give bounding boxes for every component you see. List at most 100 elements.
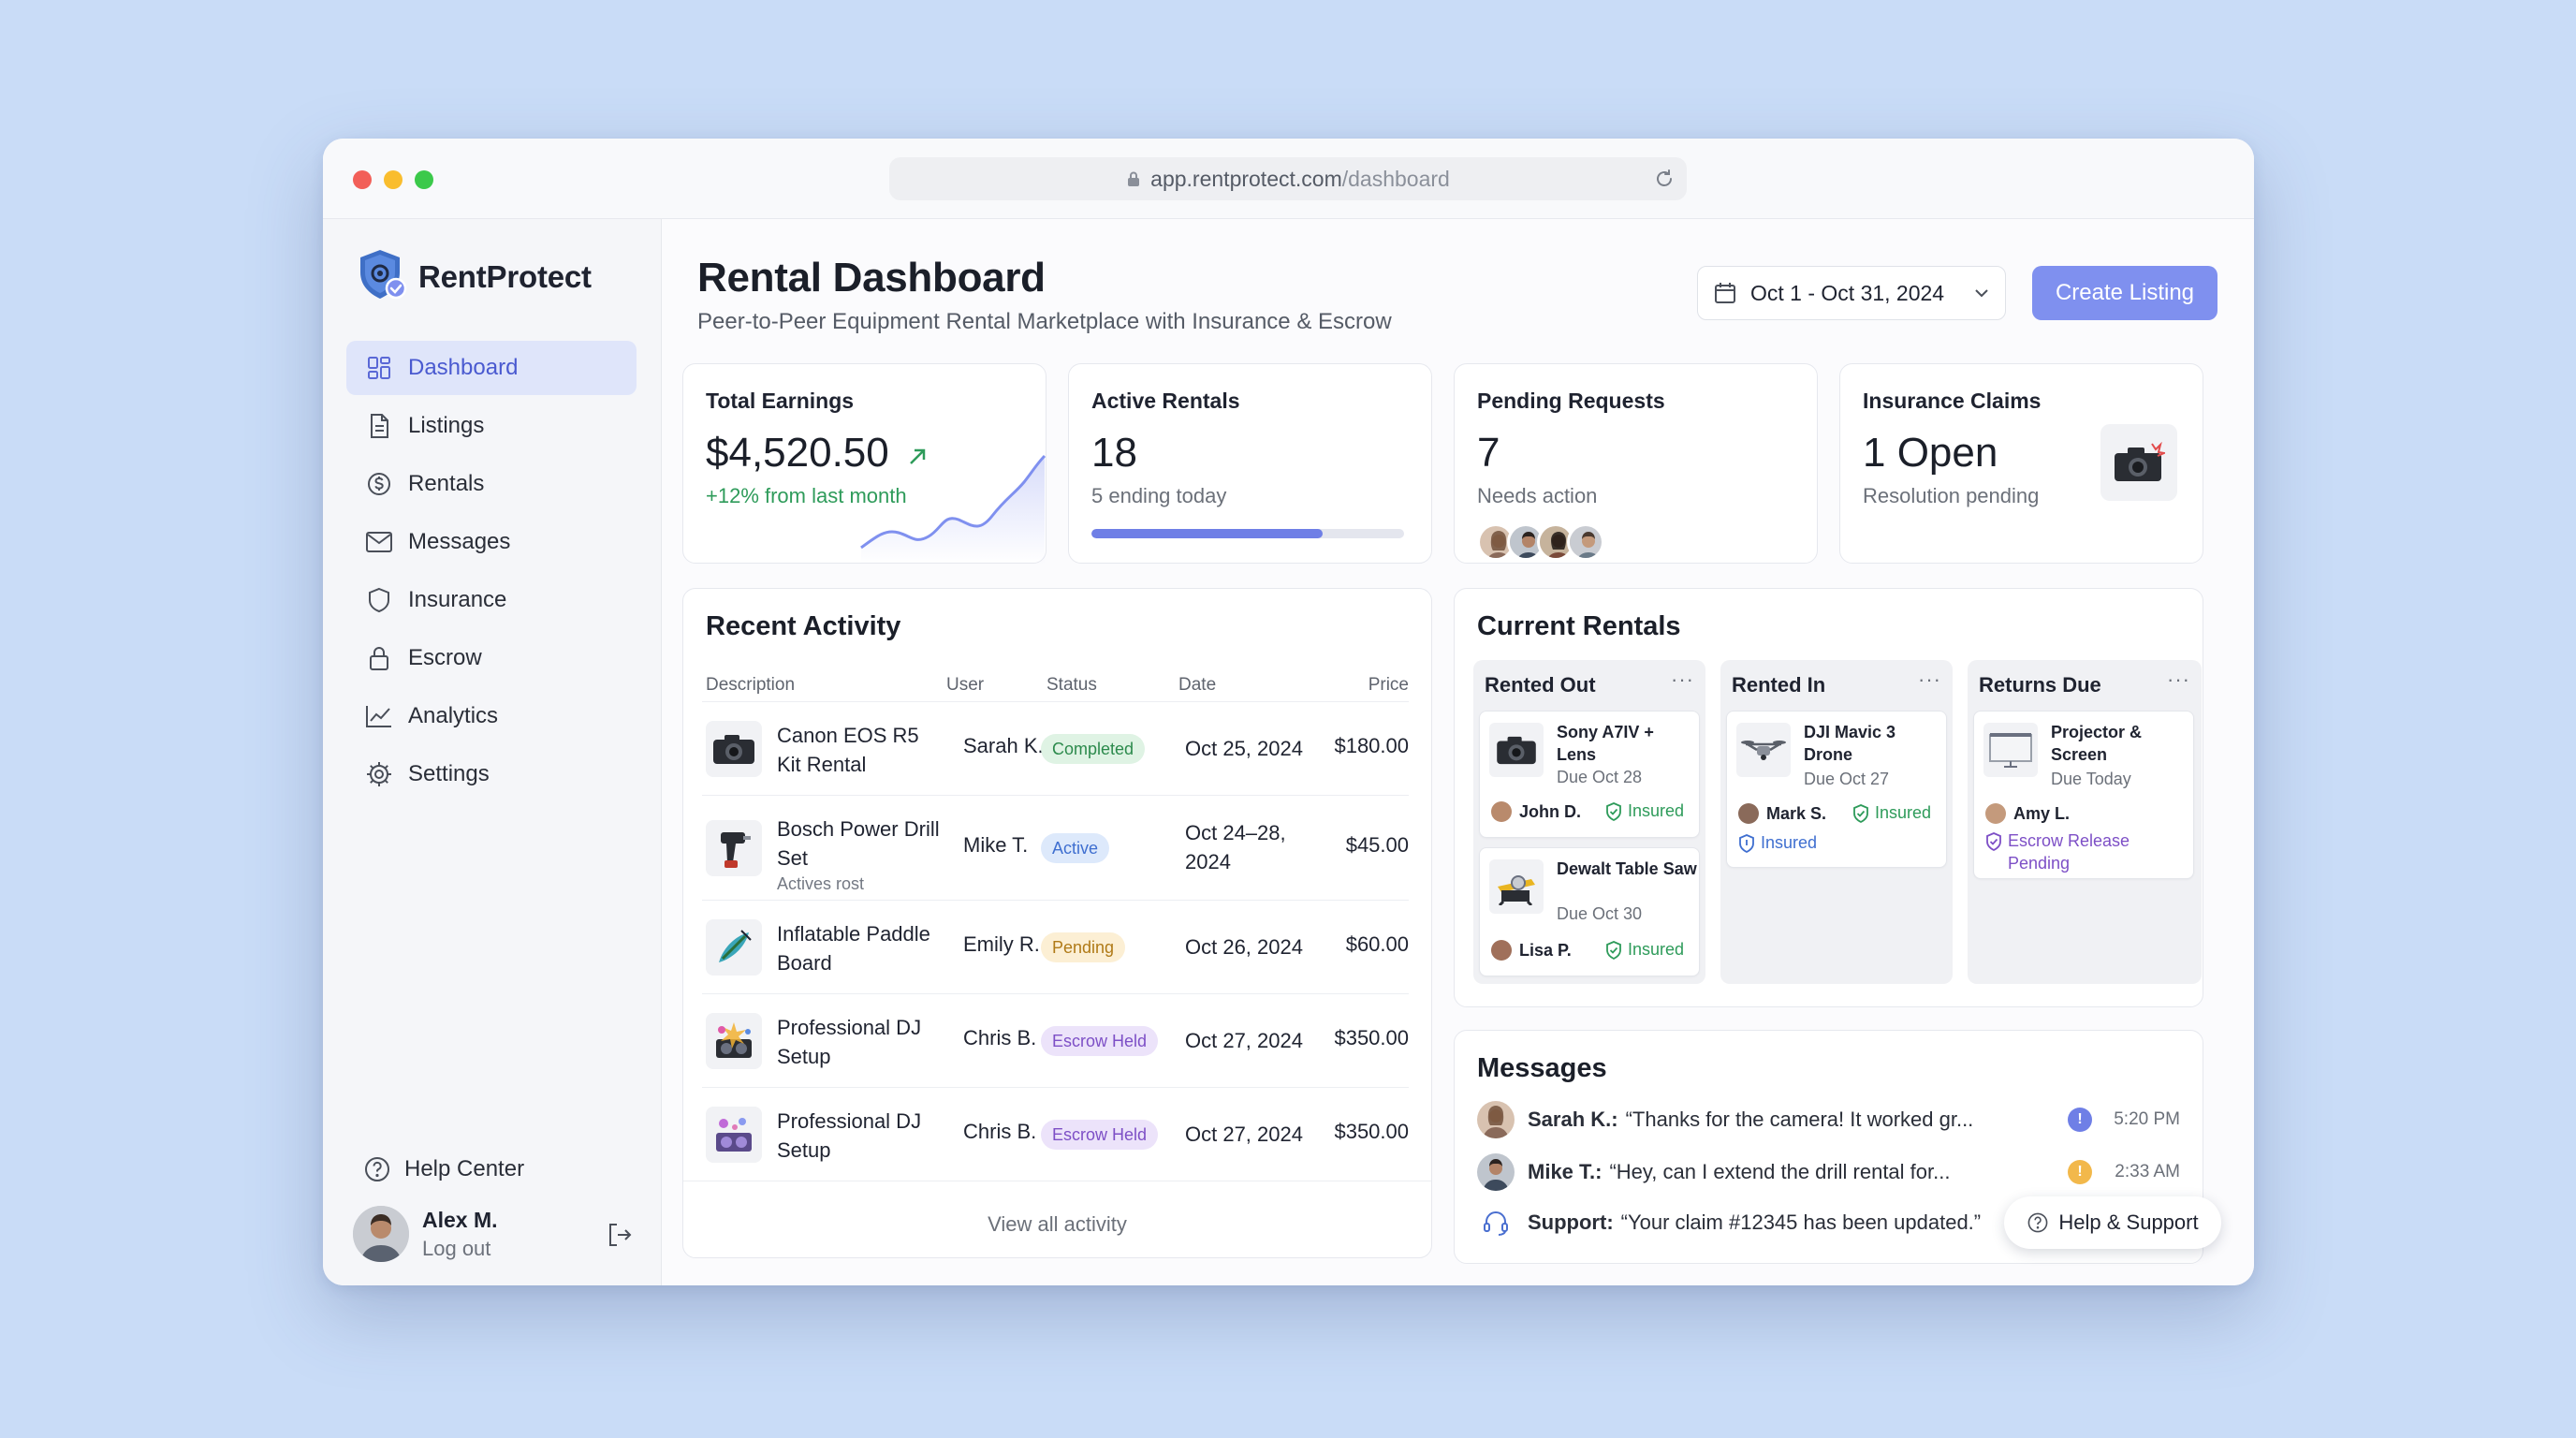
table-row[interactable]: Bosch Power Drill Set Actives rost Mike T…: [702, 795, 1409, 900]
sidebar-item-label: Rentals: [408, 471, 485, 496]
kpi-title: Total Earnings: [706, 389, 855, 413]
message-item[interactable]: Mike T.: “Hey, can I extend the drill re…: [1477, 1151, 2180, 1194]
shield-check-icon: [1852, 803, 1869, 823]
table-row[interactable]: Professional DJ Setup Chris B. Escrow He…: [702, 993, 1409, 1087]
rental-card[interactable]: Dewalt Table Saw Due Oct 30 Lisa P. Insu…: [1479, 847, 1700, 976]
address-bar[interactable]: app.rentprotect.com/dashboard: [889, 157, 1687, 200]
kpi-total-earnings[interactable]: Total Earnings $4,520.50 +12% from last …: [682, 363, 1046, 565]
renter-name: Mark S.: [1766, 803, 1827, 823]
status-badge: Pending: [1041, 932, 1126, 962]
date-range-picker[interactable]: Oct 1 - Oct 31, 2024: [1697, 266, 2006, 320]
kpi-pending-requests[interactable]: Pending Requests 7 Needs action: [1454, 363, 1818, 564]
avatar[interactable]: [353, 1206, 409, 1262]
logout-link[interactable]: Log out: [422, 1237, 498, 1261]
sidebar-item-insurance[interactable]: Insurance: [346, 573, 637, 627]
avatar: [1491, 801, 1512, 822]
help-center-link[interactable]: Help Center: [363, 1155, 524, 1183]
sidebar-item-label: Insurance: [408, 587, 507, 612]
help-support-button[interactable]: Help & Support: [2004, 1196, 2221, 1249]
sidebar-item-escrow[interactable]: Escrow: [346, 631, 637, 685]
row-date: Oct 25, 2024: [1185, 737, 1303, 760]
rental-name: Projector & Screen: [2051, 723, 2143, 764]
sidebar-item-listings[interactable]: Listings: [346, 399, 637, 453]
shield-icon: [1738, 833, 1755, 853]
page-title: Rental Dashboard: [697, 255, 1046, 301]
kpi-active-rentals[interactable]: Active Rentals 18 5 ending today: [1068, 363, 1432, 564]
document-icon: [363, 410, 395, 442]
more-options-icon[interactable]: ···: [1671, 668, 1694, 692]
sidebar-nav: Dashboard Listings Rentals Messages Insu…: [346, 341, 637, 805]
camera-icon: [1489, 723, 1544, 777]
sidebar-item-analytics[interactable]: Analytics: [346, 689, 637, 743]
avatar[interactable]: [1567, 523, 1604, 561]
sidebar-item-label: Analytics: [408, 703, 499, 728]
sidebar-item-settings[interactable]: Settings: [346, 747, 637, 801]
browser-window: app.rentprotect.com/dashboard RentProtec…: [323, 139, 2254, 1285]
unread-badge: !: [2068, 1108, 2092, 1132]
reload-icon[interactable]: [1653, 168, 1676, 190]
insured-badge: Insured: [1605, 940, 1684, 960]
column-title: Rented In: [1732, 673, 1826, 697]
avatar: [1477, 1101, 1515, 1138]
kpi-insurance-claims[interactable]: Insurance Claims 1 Open Resolution pendi…: [1839, 363, 2203, 564]
rental-card[interactable]: Sony A7IV + Lens Due Oct 28 John D. Insu…: [1479, 711, 1700, 838]
renter: Lisa P.: [1491, 940, 1572, 961]
sidebar-item-messages[interactable]: Messages: [346, 515, 637, 569]
rental-card[interactable]: DJI Mavic 3 Drone Due Oct 27 Mark S. Ins…: [1726, 711, 1947, 868]
chart-line-icon: [363, 700, 395, 732]
logout-icon[interactable]: [606, 1221, 634, 1254]
envelope-icon: [363, 526, 395, 558]
maximize-window-button[interactable]: [415, 170, 433, 189]
due-date: Due Today: [2051, 770, 2131, 788]
headset-icon: [1477, 1204, 1515, 1241]
message-time: 2:33 AM: [2115, 1162, 2180, 1181]
rental-name: DJI Mavic 3 Drone: [1804, 723, 1896, 764]
close-window-button[interactable]: [353, 170, 372, 189]
table-row[interactable]: Canon EOS R5 Kit Rental Sarah K. Complet…: [702, 701, 1409, 795]
kpi-value: 7: [1477, 430, 1500, 476]
paddle-board-icon: [706, 919, 762, 976]
column-header[interactable]: Price: [1368, 675, 1409, 696]
badge-text: Insured: [1628, 940, 1685, 959]
due-date: Due Oct 30: [1557, 904, 1643, 923]
brand[interactable]: RentProtect: [357, 247, 592, 306]
table-row[interactable]: Inflatable Paddle Board Emily R. Pending…: [702, 900, 1409, 993]
column-header[interactable]: Status: [1046, 675, 1097, 696]
create-listing-button[interactable]: Create Listing: [2032, 266, 2217, 320]
title-bar: app.rentprotect.com/dashboard: [323, 139, 2254, 219]
brand-name: RentProtect: [418, 258, 592, 294]
due-date: Due Oct 27: [1804, 770, 1890, 788]
insured-badge: Insured: [1605, 801, 1684, 821]
row-user: Mike T.: [963, 833, 1029, 857]
sidebar-item-rentals[interactable]: Rentals: [346, 457, 637, 511]
insured-badge: Insured: [1852, 803, 1931, 823]
sidebar-item-label: Settings: [408, 761, 490, 786]
table-row[interactable]: Professional DJ Setup Chris B. Escrow He…: [702, 1087, 1409, 1181]
more-options-icon[interactable]: ···: [2167, 668, 2190, 692]
sidebar-item-label: Listings: [408, 413, 485, 438]
column-header[interactable]: Description: [706, 675, 795, 696]
column-title: Returns Due: [1979, 673, 2101, 697]
view-all-activity-link[interactable]: View all activity: [683, 1212, 1431, 1237]
column-header[interactable]: User: [946, 675, 984, 696]
status-badge: Escrow Held: [1041, 1120, 1159, 1150]
row-user: Sarah K.: [963, 734, 1044, 757]
requester-avatars: [1477, 523, 1604, 561]
rental-card[interactable]: Projector & Screen Due Today Amy L. Escr…: [1973, 711, 2194, 879]
row-note: Actives rost: [777, 874, 865, 893]
minimize-window-button[interactable]: [384, 170, 402, 189]
row-description: Professional DJ Setup: [777, 1109, 922, 1162]
row-price: $350.00: [1334, 1120, 1409, 1143]
rental-name: Dewalt Table Saw: [1557, 859, 1697, 878]
more-options-icon[interactable]: ···: [1918, 668, 1941, 692]
column-header[interactable]: Date: [1178, 675, 1216, 696]
lock-icon: [363, 642, 395, 674]
avatar: [1738, 803, 1759, 824]
kpi-title: Pending Requests: [1477, 389, 1665, 413]
message-preview: “Thanks for the camera! It worked gr...: [1625, 1108, 1974, 1131]
message-sender: Sarah K.:: [1528, 1108, 1618, 1131]
message-item[interactable]: Sarah K.: “Thanks for the camera! It wor…: [1477, 1098, 2180, 1141]
row-description: Canon EOS R5 Kit Rental: [777, 724, 919, 776]
page-subtitle: Peer-to-Peer Equipment Rental Marketplac…: [697, 309, 1392, 334]
sidebar-item-dashboard[interactable]: Dashboard: [346, 341, 637, 395]
